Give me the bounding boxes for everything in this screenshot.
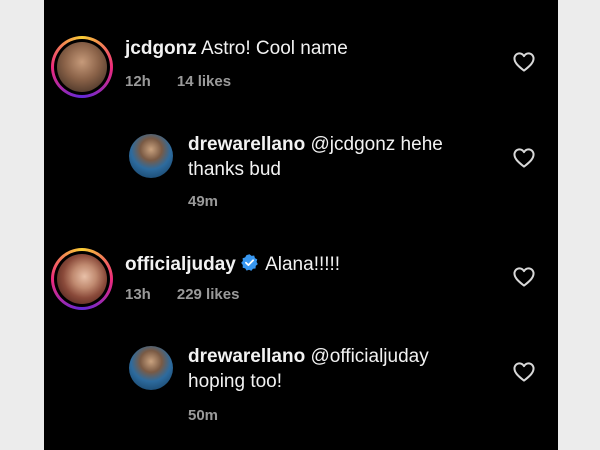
timestamp: 12h [125,73,151,90]
reply-drewarellano-1: drewarellano @jcdgonz hehe thanks bud 49… [44,120,558,220]
verified-badge-icon [241,254,258,271]
comment-meta: 13h 229 likes [125,286,239,303]
username[interactable]: drewarellano [188,134,305,155]
page: jcdgonz Astro! Cool name 12h 14 likes dre… [0,0,600,450]
comment-jcdgonz: jcdgonz Astro! Cool name 12h 14 likes [44,0,558,110]
avatar [57,254,107,304]
comment-text-continued: hoping too! [188,371,283,392]
comments-screen: jcdgonz Astro! Cool name 12h 14 likes dre… [44,0,558,450]
likes-count[interactable]: 14 likes [177,73,231,90]
comment-text: @officialjuday [310,346,429,367]
reply-drewarellano-2: drewarellano @officialjuday hoping too! … [44,332,558,442]
heart-outline-icon[interactable] [513,267,535,287]
comment-body: drewarellano @officialjuday hoping too! [188,344,429,394]
comment-meta: 49m [188,193,218,210]
comment-text: Alana!!!!! [265,254,341,275]
likes-count[interactable]: 229 likes [177,286,240,303]
avatar-story-ring[interactable] [51,36,113,98]
comment-text-continued: thanks bud [188,159,281,180]
timestamp: 13h [125,286,151,303]
comment-meta: 50m [188,407,218,424]
timestamp: 49m [188,193,219,210]
comment-body: drewarellano @jcdgonz hehe thanks bud [188,132,443,182]
heart-outline-icon[interactable] [513,362,535,382]
comment-body: officialjuday Alana!!!!! [125,252,340,277]
comment-officialjuday: officialjuday Alana!!!!! 13h 229 likes [44,238,558,338]
comment-meta: 12h 14 likes [125,73,231,90]
heart-outline-icon[interactable] [513,148,535,168]
avatar [57,42,107,92]
comment-text: Astro! Cool name [201,38,348,59]
username[interactable]: drewarellano [188,346,305,367]
avatar[interactable] [129,134,173,178]
comment-text: @jcdgonz hehe [310,134,443,155]
username[interactable]: jcdgonz [125,38,197,59]
avatar[interactable] [129,346,173,390]
heart-outline-icon[interactable] [513,52,535,72]
username[interactable]: officialjuday [125,254,236,275]
avatar-story-ring[interactable] [51,248,113,310]
comment-body: jcdgonz Astro! Cool name [125,36,348,61]
timestamp: 50m [188,407,219,424]
